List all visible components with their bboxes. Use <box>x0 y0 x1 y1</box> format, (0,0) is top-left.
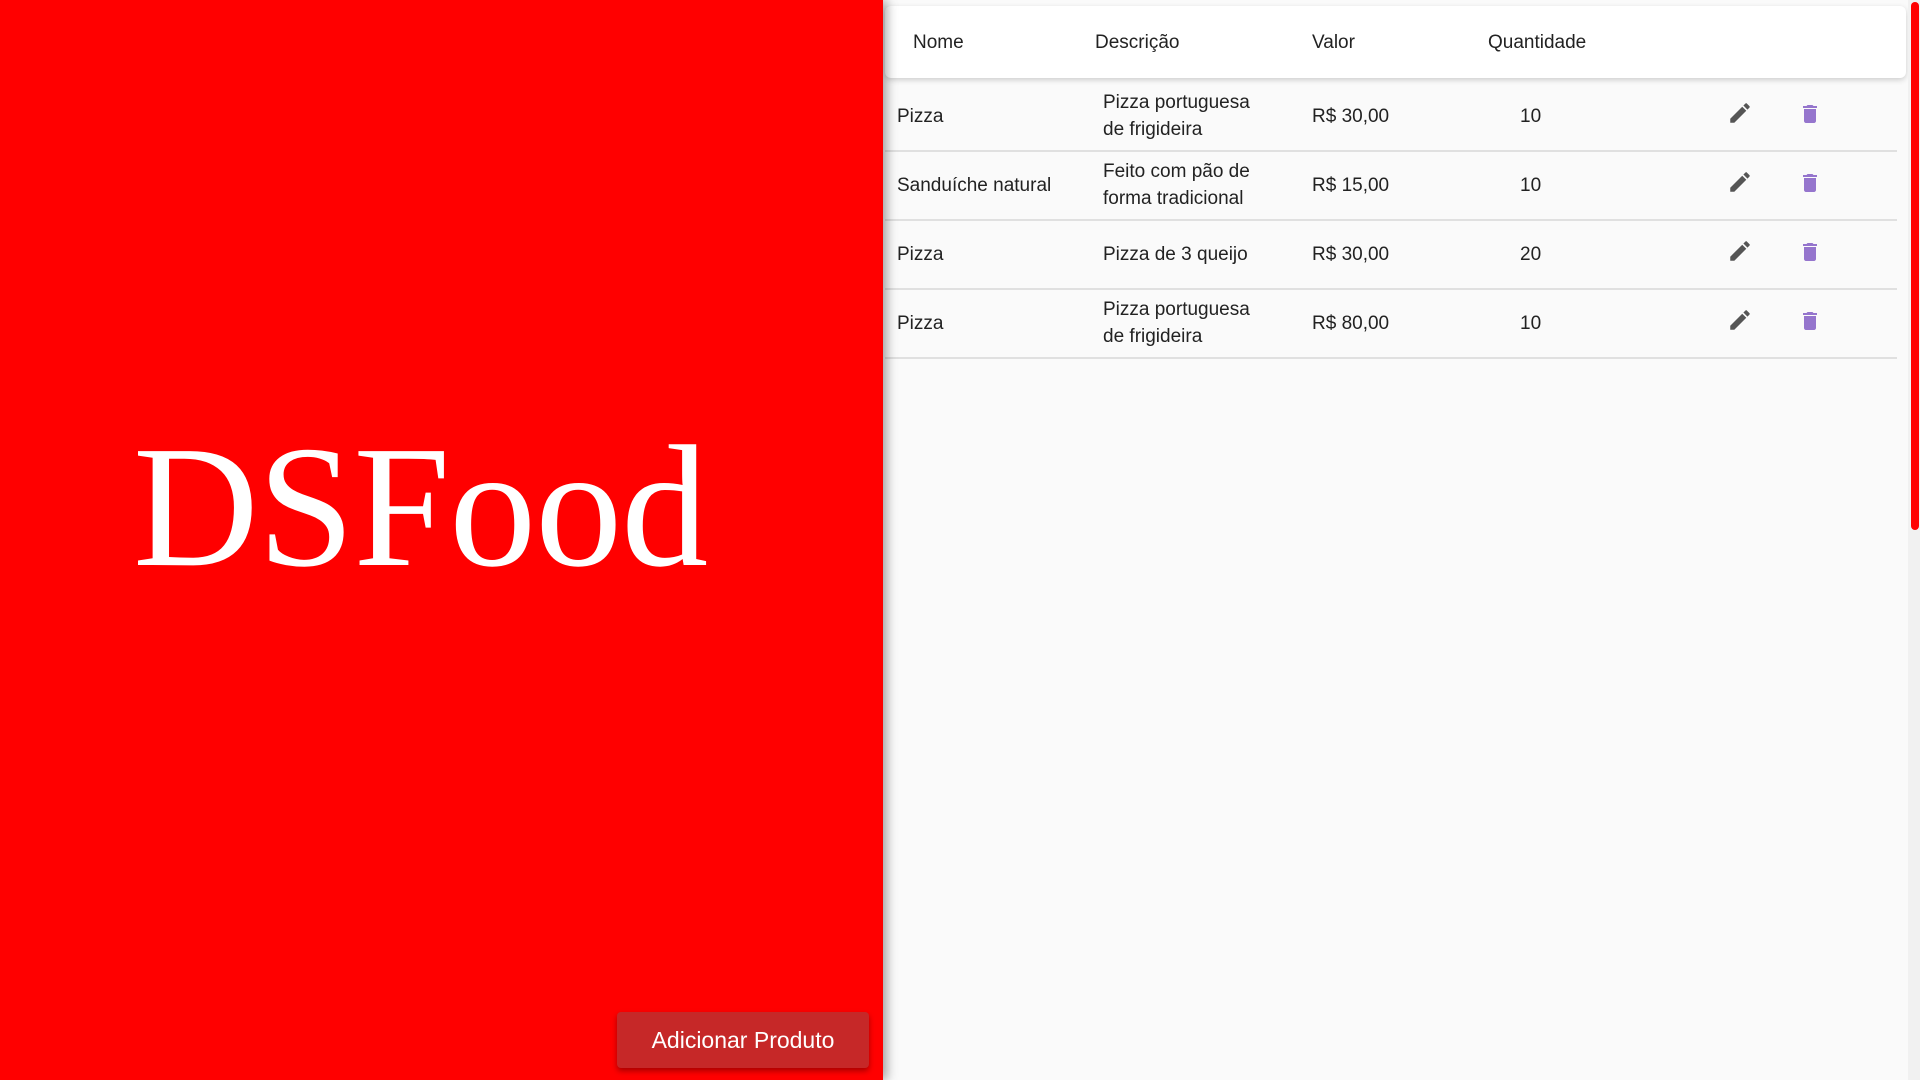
delete-button[interactable] <box>1798 239 1822 265</box>
brand-title: DSFood <box>133 410 708 603</box>
cell-description: Pizza de 3 queijo <box>1103 241 1273 268</box>
cell-description-line: Feito com pão de <box>1103 161 1250 182</box>
cell-description-line: forma tradicional <box>1103 188 1244 209</box>
app-page: DSFood Adicionar Produto Nome Descrição … <box>0 0 1920 1080</box>
cell-name: Pizza <box>897 313 944 334</box>
cell-quantity: 10 <box>1520 106 1542 127</box>
cell-value: R$ 15,00 <box>1312 175 1390 196</box>
cell-description: Pizza portuguesa de frigideira <box>1103 296 1273 350</box>
trash-icon <box>1803 174 1817 192</box>
cell-description-line: Pizza portuguesa <box>1103 92 1250 113</box>
delete-button[interactable] <box>1798 170 1822 196</box>
pencil-icon <box>1730 172 1750 192</box>
header-quantidade: Quantidade <box>1488 32 1587 53</box>
trash-icon <box>1803 312 1817 330</box>
trash-icon <box>1803 105 1817 123</box>
delete-button[interactable] <box>1798 101 1822 127</box>
delete-button[interactable] <box>1798 308 1822 334</box>
pencil-icon <box>1730 241 1750 261</box>
cell-name: Sanduíche natural <box>897 175 1052 196</box>
cell-description-line: Pizza de 3 queijo <box>1103 244 1248 265</box>
scrollbar-thumb[interactable] <box>1911 2 1919 530</box>
cell-description: Feito com pão de forma tradicional <box>1103 158 1273 212</box>
cell-quantity: 20 <box>1520 244 1542 265</box>
scrollbar[interactable] <box>1908 0 1920 1080</box>
header-descricao: Descrição <box>1095 32 1180 53</box>
table-row: Pizza Pizza portuguesa de frigideira R$ … <box>885 82 1897 152</box>
table-row: Sanduíche natural Feito com pão de forma… <box>885 151 1897 221</box>
cell-value: R$ 30,00 <box>1312 106 1390 127</box>
trash-icon <box>1803 243 1817 261</box>
cell-description-line: de frigideira <box>1103 326 1203 347</box>
edit-button[interactable] <box>1727 100 1753 126</box>
cell-description-line: de frigideira <box>1103 119 1203 140</box>
pencil-icon <box>1730 103 1750 123</box>
edit-button[interactable] <box>1727 238 1753 264</box>
cell-value: R$ 30,00 <box>1312 244 1390 265</box>
cell-description: Pizza portuguesa de frigideira <box>1103 89 1273 143</box>
cell-quantity: 10 <box>1520 313 1542 334</box>
cell-name: Pizza <box>897 244 944 265</box>
cell-value: R$ 80,00 <box>1312 313 1390 334</box>
table-row: Pizza Pizza portuguesa de frigideira R$ … <box>885 289 1897 359</box>
cell-description-line: Pizza portuguesa <box>1103 299 1250 320</box>
cell-quantity: 10 <box>1520 175 1542 196</box>
add-product-button[interactable]: Adicionar Produto <box>617 1012 869 1068</box>
brand-panel: DSFood Adicionar Produto <box>0 0 883 1080</box>
products-panel: Nome Descrição Valor Quantidade Pizza Pi… <box>883 0 1920 1080</box>
table-row: Pizza Pizza de 3 queijo R$ 30,00 20 <box>885 220 1897 290</box>
header-valor: Valor <box>1312 32 1355 53</box>
edit-button[interactable] <box>1727 169 1753 195</box>
cell-name: Pizza <box>897 106 944 127</box>
edit-button[interactable] <box>1727 307 1753 333</box>
header-nome: Nome <box>913 32 964 53</box>
table-header: Nome Descrição Valor Quantidade <box>885 6 1906 78</box>
pencil-icon <box>1730 310 1750 330</box>
